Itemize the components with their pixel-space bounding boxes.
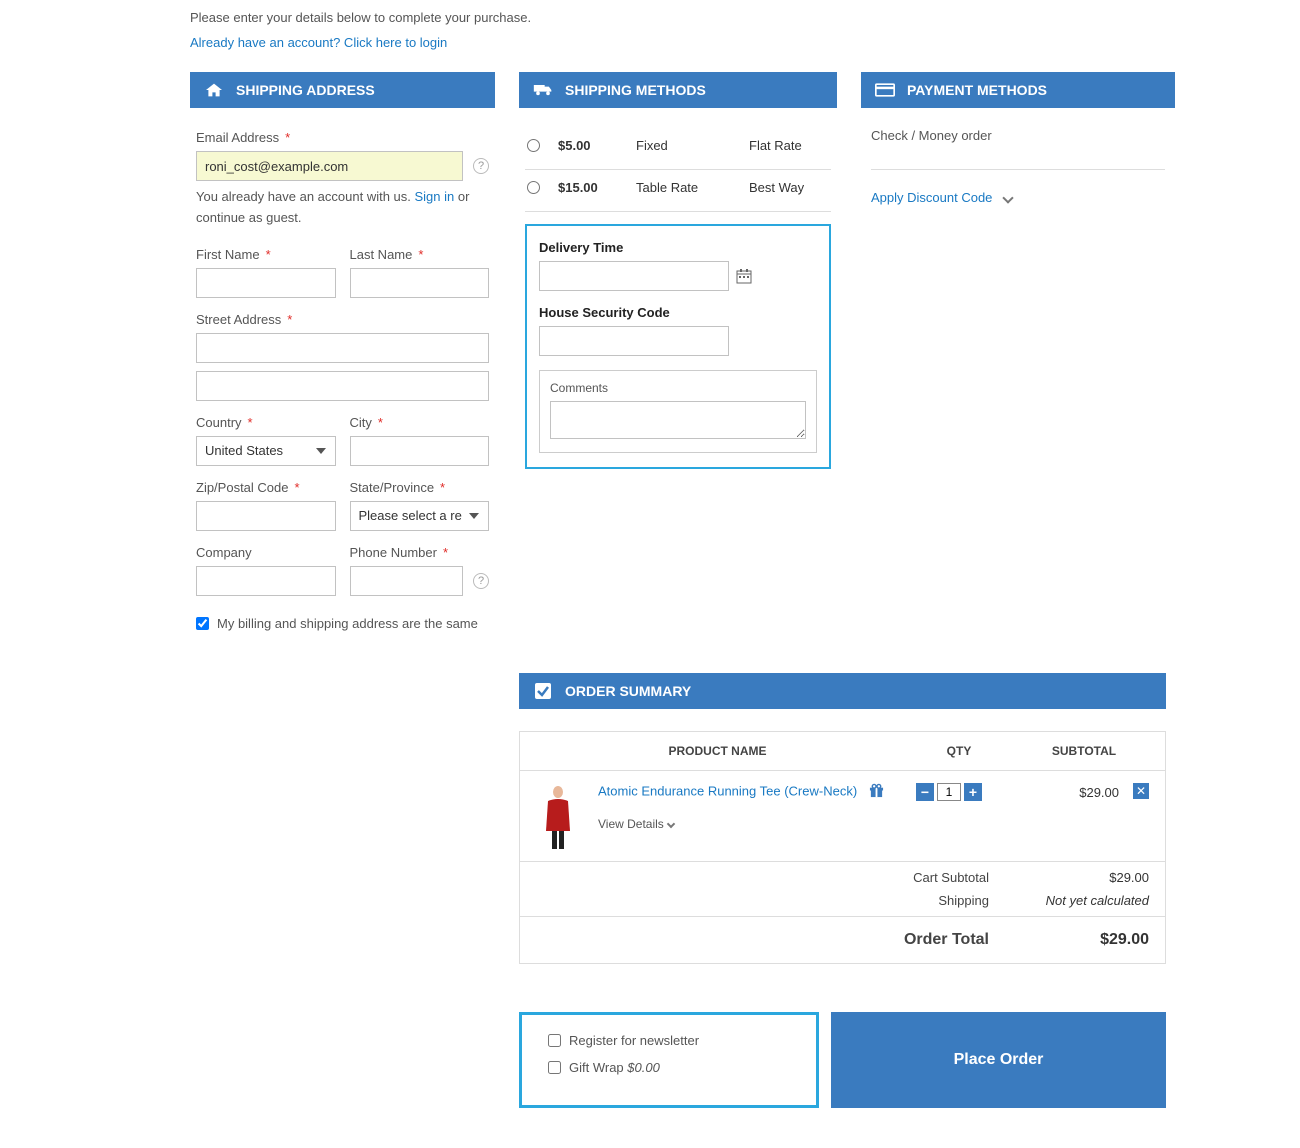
- chevron-down-icon: [1003, 192, 1014, 203]
- credit-card-icon: [875, 82, 895, 98]
- first-name-field[interactable]: [196, 268, 336, 298]
- comments-field[interactable]: [550, 401, 806, 439]
- zip-field[interactable]: [196, 501, 336, 531]
- payment-methods-title: PAYMENT METHODS: [907, 82, 1047, 98]
- help-icon[interactable]: ?: [473, 158, 489, 174]
- payment-method-check[interactable]: Check / Money order: [871, 128, 1165, 170]
- item-subtotal: $29.00: [1009, 783, 1119, 800]
- shipping-method-flatrate[interactable]: $5.00 Fixed Flat Rate: [525, 128, 831, 170]
- zip-label: Zip/Postal Code*: [196, 480, 336, 495]
- help-icon[interactable]: ?: [473, 573, 489, 589]
- home-icon: [204, 82, 224, 98]
- same-billing-input[interactable]: [196, 617, 209, 630]
- qty-plus-button[interactable]: +: [964, 783, 982, 801]
- first-name-label: First Name*: [196, 247, 336, 262]
- shipping-cost-row: Shipping Not yet calculated: [520, 893, 1165, 916]
- shipping-address-column: SHIPPING ADDRESS Email Address* ? You al…: [190, 72, 495, 631]
- chevron-down-icon: [667, 819, 675, 827]
- giftwrap-checkbox[interactable]: Gift Wrap $0.00: [548, 1060, 790, 1075]
- extras-box: Register for newsletter Gift Wrap $0.00: [519, 1012, 819, 1108]
- shipping-method-bestway[interactable]: $15.00 Table Rate Best Way: [525, 170, 831, 212]
- comments-label: Comments: [550, 381, 806, 395]
- city-field[interactable]: [350, 436, 490, 466]
- shipping-address-title: SHIPPING ADDRESS: [236, 82, 375, 98]
- truck-icon: [533, 82, 553, 98]
- account-exists-message: You already have an account with us. Sig…: [196, 187, 489, 229]
- qty-field[interactable]: [937, 783, 961, 801]
- order-total-row: Order Total $29.00: [520, 916, 1165, 963]
- newsletter-checkbox[interactable]: Register for newsletter: [548, 1033, 790, 1048]
- email-field[interactable]: [196, 151, 463, 181]
- house-security-label: House Security Code: [539, 305, 817, 320]
- remove-item-button[interactable]: ✕: [1133, 783, 1149, 799]
- payment-methods-header: PAYMENT METHODS: [861, 72, 1175, 108]
- payment-methods-column: PAYMENT METHODS Check / Money order Appl…: [861, 72, 1175, 631]
- last-name-field[interactable]: [350, 268, 490, 298]
- summary-table-header: PRODUCT NAME QTY SUBTOTAL: [520, 732, 1165, 770]
- view-details-toggle[interactable]: View Details: [598, 817, 889, 831]
- house-security-field[interactable]: [539, 326, 729, 356]
- phone-field[interactable]: [350, 566, 464, 596]
- last-name-label: Last Name*: [350, 247, 490, 262]
- shipping-methods-title: SHIPPING METHODS: [565, 82, 706, 98]
- intro-text: Please enter your details below to compl…: [190, 10, 1280, 25]
- same-billing-checkbox[interactable]: My billing and shipping address are the …: [196, 616, 489, 631]
- email-label: Email Address*: [196, 130, 489, 145]
- product-image: [536, 783, 580, 849]
- shipping-methods-column: SHIPPING METHODS $5.00 Fixed Flat Rate $…: [519, 72, 837, 631]
- company-field[interactable]: [196, 566, 336, 596]
- company-label: Company: [196, 545, 336, 560]
- country-label: Country*: [196, 415, 336, 430]
- cart-subtotal-row: Cart Subtotal $29.00: [520, 861, 1165, 893]
- shipping-radio-bestway[interactable]: [527, 181, 540, 194]
- shipping-radio-flatrate[interactable]: [527, 139, 540, 152]
- order-summary-section: ORDER SUMMARY PRODUCT NAME QTY SUBTOTAL …: [519, 673, 1166, 1108]
- check-box-icon: [533, 683, 553, 699]
- city-label: City*: [350, 415, 490, 430]
- country-select[interactable]: United States: [196, 436, 336, 466]
- product-name-link[interactable]: Atomic Endurance Running Tee (Crew-Neck): [598, 783, 857, 798]
- gift-icon[interactable]: [869, 783, 884, 801]
- sign-in-link[interactable]: Sign in: [415, 189, 455, 204]
- street-label: Street Address*: [196, 312, 489, 327]
- state-select[interactable]: Please select a region: [350, 501, 490, 531]
- order-summary-header: ORDER SUMMARY: [519, 673, 1166, 709]
- street-field-1[interactable]: [196, 333, 489, 363]
- delivery-time-label: Delivery Time: [539, 240, 817, 255]
- already-account-link[interactable]: Already have an account? Click here to l…: [190, 35, 447, 50]
- state-label: State/Province*: [350, 480, 490, 495]
- calendar-icon[interactable]: [735, 268, 752, 285]
- apply-discount-toggle[interactable]: Apply Discount Code: [871, 190, 1165, 205]
- summary-item-row: Atomic Endurance Running Tee (Crew-Neck)…: [520, 770, 1165, 861]
- giftwrap-input[interactable]: [548, 1061, 561, 1074]
- street-field-2[interactable]: [196, 371, 489, 401]
- delivery-time-field[interactable]: [539, 261, 729, 291]
- qty-minus-button[interactable]: −: [916, 783, 934, 801]
- phone-label: Phone Number*: [350, 545, 490, 560]
- comments-box: Comments: [539, 370, 817, 453]
- newsletter-input[interactable]: [548, 1034, 561, 1047]
- shipping-extras-box: Delivery Time House Security Code Commen…: [525, 224, 831, 469]
- shipping-methods-header: SHIPPING METHODS: [519, 72, 837, 108]
- shipping-address-header: SHIPPING ADDRESS: [190, 72, 495, 108]
- order-summary-title: ORDER SUMMARY: [565, 683, 691, 699]
- place-order-button[interactable]: Place Order: [831, 1012, 1166, 1108]
